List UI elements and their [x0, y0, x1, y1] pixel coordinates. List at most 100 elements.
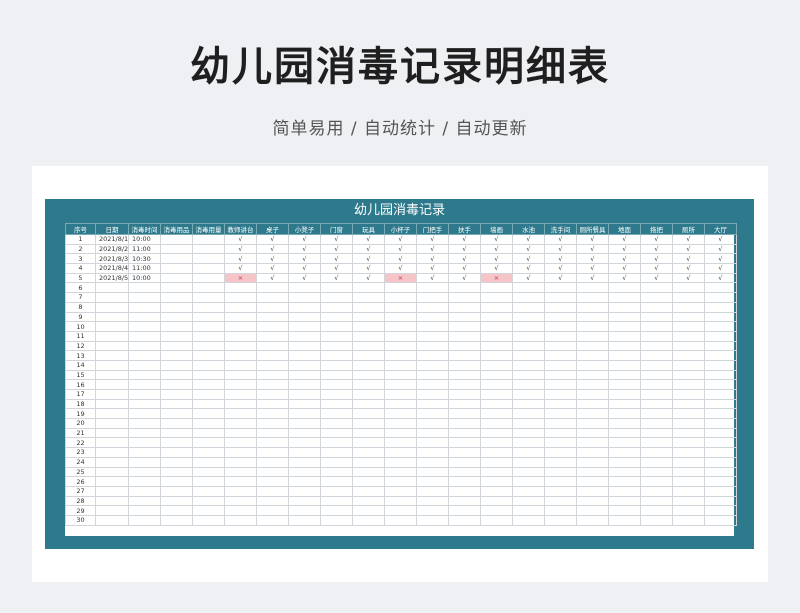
table-cell[interactable]	[320, 282, 353, 294]
table-cell[interactable]	[672, 359, 705, 371]
table-cell[interactable]	[512, 330, 545, 342]
check-mark[interactable]: √	[480, 234, 513, 245]
table-cell[interactable]	[576, 330, 609, 342]
table-cell[interactable]	[256, 301, 289, 313]
table-cell[interactable]	[640, 505, 673, 516]
table-cell[interactable]	[95, 330, 129, 342]
table-cell[interactable]	[416, 311, 449, 323]
table-cell[interactable]	[320, 292, 353, 303]
table-cell[interactable]	[448, 321, 481, 332]
table-cell[interactable]	[480, 408, 513, 420]
check-mark[interactable]: √	[544, 272, 577, 284]
check-mark[interactable]: √	[608, 272, 641, 284]
table-cell[interactable]	[288, 311, 321, 323]
table-cell[interactable]	[416, 505, 449, 516]
table-cell[interactable]	[544, 282, 577, 294]
check-mark[interactable]: √	[512, 234, 545, 245]
check-mark[interactable]: √	[384, 243, 417, 255]
table-cell[interactable]	[512, 398, 545, 410]
table-cell[interactable]	[512, 359, 545, 371]
table-cell[interactable]: 7	[65, 292, 96, 303]
table-cell[interactable]	[352, 350, 385, 361]
table-cell[interactable]	[448, 369, 481, 381]
table-cell[interactable]	[608, 292, 641, 303]
table-cell[interactable]	[224, 369, 257, 381]
check-mark[interactable]: √	[448, 272, 481, 284]
table-cell[interactable]	[256, 514, 289, 526]
table-cell[interactable]	[384, 330, 417, 342]
table-cell[interactable]	[416, 476, 449, 487]
table-cell[interactable]	[95, 456, 129, 468]
table-cell[interactable]	[448, 301, 481, 313]
check-mark[interactable]: √	[512, 253, 545, 265]
table-cell[interactable]	[288, 321, 321, 332]
table-cell[interactable]	[224, 466, 257, 478]
table-cell[interactable]	[608, 408, 641, 420]
check-mark[interactable]: √	[288, 243, 321, 255]
table-cell[interactable]	[256, 369, 289, 381]
check-mark[interactable]: √	[448, 253, 481, 265]
table-cell[interactable]	[256, 456, 289, 468]
table-cell[interactable]	[672, 466, 705, 478]
table-cell[interactable]	[544, 369, 577, 381]
table-cell[interactable]	[480, 330, 513, 342]
table-cell[interactable]	[704, 321, 737, 332]
check-mark[interactable]: √	[224, 243, 257, 255]
check-mark[interactable]: √	[256, 263, 289, 274]
table-cell[interactable]	[192, 418, 225, 429]
table-cell[interactable]: 19	[65, 408, 96, 420]
table-cell[interactable]	[256, 330, 289, 342]
table-cell[interactable]	[448, 311, 481, 323]
table-cell[interactable]: 10	[65, 321, 96, 332]
table-cell[interactable]	[512, 369, 545, 381]
table-cell[interactable]	[352, 379, 385, 390]
table-cell[interactable]	[95, 282, 129, 294]
table-cell[interactable]	[480, 340, 513, 352]
table-cell[interactable]	[256, 321, 289, 332]
table-cell[interactable]	[320, 418, 353, 429]
table-cell[interactable]	[512, 418, 545, 429]
table-cell[interactable]	[672, 311, 705, 323]
table-cell[interactable]	[128, 282, 161, 294]
table-cell[interactable]	[640, 495, 673, 507]
table-cell[interactable]	[160, 282, 193, 294]
table-cell[interactable]	[320, 311, 353, 323]
table-cell[interactable]	[608, 495, 641, 507]
check-mark[interactable]: √	[384, 263, 417, 274]
table-cell[interactable]	[672, 418, 705, 429]
table-cell[interactable]	[128, 340, 161, 352]
table-cell[interactable]	[384, 418, 417, 429]
table-cell[interactable]	[256, 447, 289, 458]
check-mark[interactable]: √	[416, 234, 449, 245]
table-cell[interactable]	[320, 369, 353, 381]
table-cell[interactable]	[384, 311, 417, 323]
table-cell[interactable]	[672, 476, 705, 487]
table-cell[interactable]: 26	[65, 476, 96, 487]
table-cell[interactable]	[672, 292, 705, 303]
table-cell[interactable]	[352, 447, 385, 458]
table-cell[interactable]	[95, 408, 129, 420]
table-cell[interactable]	[448, 398, 481, 410]
table-cell[interactable]	[320, 505, 353, 516]
table-cell[interactable]	[544, 437, 577, 449]
table-cell[interactable]	[352, 340, 385, 352]
table-cell[interactable]	[672, 427, 705, 439]
table-cell[interactable]	[384, 379, 417, 390]
table-cell[interactable]	[224, 379, 257, 390]
table-cell[interactable]	[224, 311, 257, 323]
table-cell[interactable]	[416, 408, 449, 420]
check-mark[interactable]: √	[576, 243, 609, 255]
table-cell[interactable]	[288, 292, 321, 303]
table-cell[interactable]	[704, 456, 737, 468]
check-mark[interactable]: √	[416, 253, 449, 265]
check-mark[interactable]: √	[320, 243, 353, 255]
table-cell[interactable]	[608, 340, 641, 352]
table-cell[interactable]	[608, 389, 641, 400]
check-mark[interactable]: √	[512, 272, 545, 284]
table-cell[interactable]	[288, 330, 321, 342]
table-cell[interactable]	[384, 292, 417, 303]
table-cell[interactable]	[384, 485, 417, 497]
table-cell[interactable]	[640, 321, 673, 332]
table-cell[interactable]	[352, 466, 385, 478]
table-cell[interactable]	[640, 282, 673, 294]
